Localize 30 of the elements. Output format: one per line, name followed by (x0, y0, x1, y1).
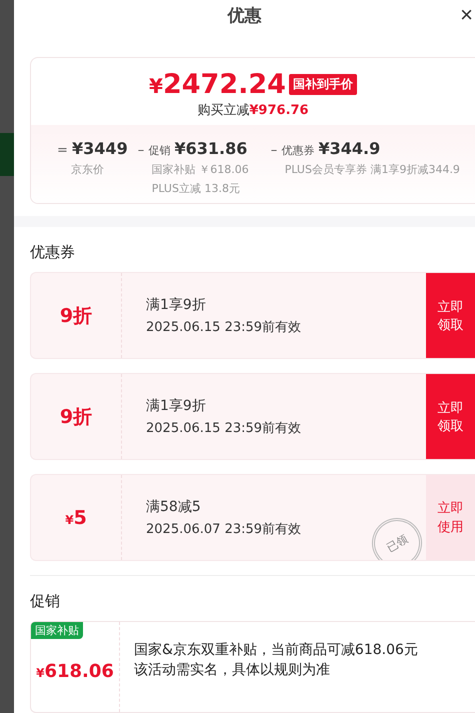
coupon-condition: 满1享9折 (146, 296, 207, 314)
promo-tag: 国家补贴 (31, 622, 83, 640)
final-price: ¥2472.24 (149, 70, 286, 100)
coupon-condition: 满1享9折 (146, 396, 207, 415)
coupon-value: 9折 (60, 404, 92, 430)
saving-text: 购买立减¥976.76 (197, 102, 309, 120)
coupon-value: 9折 (60, 304, 92, 329)
promo-description: 该活动需实名，具体以规则为准 (134, 661, 331, 680)
breakdown-amount: = ¥3449 (57, 139, 128, 158)
breakdown-note: 国家补贴 ￥618.06 (150, 162, 249, 178)
promo-description: 国家&京东双重补贴，当前商品可减618.06元 (134, 641, 418, 660)
close-button[interactable]: × (460, 4, 473, 26)
breakdown-note: PLUS立减 13.8元 (150, 181, 241, 196)
coupon-validity: 2025.06.15 23:59前有效 (146, 318, 302, 336)
section-title: 促销 (29, 591, 61, 612)
coupon-action-button[interactable]: 立即使用 (426, 475, 475, 560)
promo-value: ¥618.06 (36, 660, 114, 682)
breakdown-note: PLUS会员专享券 满1享9折减344.9 (284, 162, 460, 178)
breakdown-amount: – 促销 ¥631.86 (138, 139, 248, 158)
coupon-validity: 2025.06.15 23:59前有效 (146, 420, 302, 437)
coupon-value: ¥5 (65, 506, 87, 529)
breakdown-amount: – 优惠券 ¥344.9 (270, 139, 382, 158)
coupon-condition: 满58减5 (146, 498, 202, 516)
section-title: 优惠券 (29, 242, 76, 264)
coupon-action-button[interactable]: 立即领取 (426, 273, 475, 358)
coupon-action-button[interactable]: 立即领取 (426, 374, 475, 460)
sheet-title: 优惠 (228, 5, 262, 27)
coupon-validity: 2025.06.07 23:59前有效 (146, 520, 302, 538)
breakdown-note: 京东价 (70, 162, 105, 178)
price-badge: 国补到手价 (288, 74, 357, 95)
